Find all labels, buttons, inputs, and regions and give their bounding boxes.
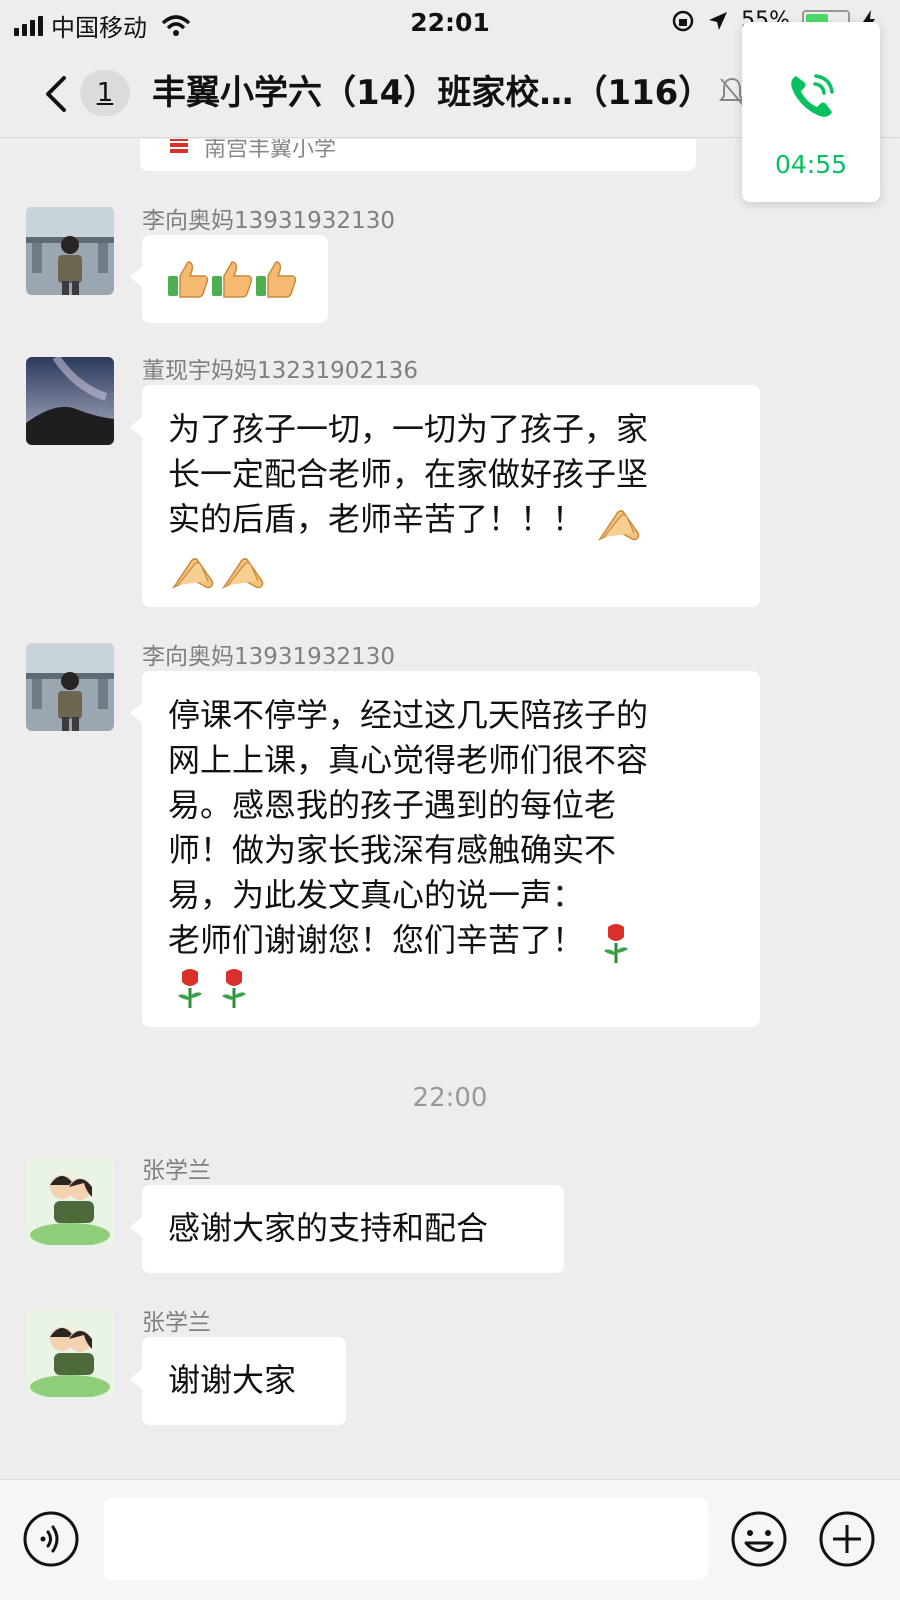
- message-line: 为了孩子一切，一切为了孩子，家: [168, 410, 649, 448]
- back-icon[interactable]: [40, 74, 70, 114]
- avatar-cartoon-couple[interactable]: [26, 1157, 114, 1245]
- message-line: 实的后盾，老师辛苦了！！！: [168, 497, 734, 545]
- rose-emoji: [604, 924, 629, 963]
- chat-title[interactable]: 丰翼小学六（14）班家校…（116）: [152, 70, 752, 116]
- voice-call-float[interactable]: 04:55: [742, 22, 880, 202]
- call-duration: 04:55: [774, 150, 848, 179]
- sender-name: 张学兰: [142, 1158, 211, 1184]
- message-line-text: 实的后盾，老师辛苦了！！！: [168, 500, 585, 538]
- thumbs-up-emoji: [212, 261, 253, 298]
- avatar-cartoon-couple[interactable]: [26, 1309, 114, 1397]
- clap-emoji: [598, 510, 640, 541]
- rotation-lock-icon: [672, 10, 694, 31]
- shared-article-card[interactable]: 南宫丰翼小学: [140, 139, 696, 171]
- more-actions-button[interactable]: [818, 1510, 876, 1568]
- sender-name: 李向奥妈13931932130: [142, 208, 395, 234]
- message-bubble[interactable]: 感谢大家的支持和配合: [130, 1185, 564, 1273]
- message-line: 网上上课，真心觉得老师们很不容: [168, 741, 649, 779]
- rose-emoji: [178, 969, 202, 1008]
- clap-emoji: [221, 558, 264, 589]
- emoji-line: [168, 545, 734, 593]
- message-line: 谢谢大家: [168, 1361, 297, 1399]
- location-icon: [709, 11, 728, 30]
- emoji-line: [168, 963, 734, 1008]
- sender-name: 董现宇妈妈13231902136: [142, 358, 418, 384]
- message-bubble[interactable]: 停课不停学，经过这几天陪孩子的 网上上课，真心觉得老师们很不容 易。感恩我的孩子…: [130, 671, 760, 1027]
- sender-name: 张学兰: [142, 1310, 211, 1336]
- emoji-picker-button[interactable]: [730, 1510, 788, 1568]
- clap-emoji: [171, 558, 214, 589]
- thumbs-up-emoji: [256, 261, 297, 298]
- time-divider: 22:00: [412, 1083, 488, 1113]
- emoji-line: [166, 255, 304, 300]
- thumbs-up-emoji: [168, 261, 209, 298]
- message-bubble[interactable]: 为了孩子一切，一切为了孩子，家 长一定配合老师，在家做好孩子坚 实的后盾，老师辛…: [130, 385, 760, 607]
- avatar-boy-photo[interactable]: [26, 643, 114, 731]
- unread-count-badge[interactable]: 1: [80, 70, 130, 116]
- message-input[interactable]: [104, 1498, 708, 1580]
- message-line: 长一定配合老师，在家做好孩子坚: [168, 455, 649, 493]
- message-line: 老师们谢谢您！您们辛苦了！: [168, 918, 734, 963]
- message-line: 易，为此发文真心的说一声：: [168, 876, 585, 914]
- article-source-icon: [170, 139, 188, 153]
- message-list[interactable]: 南宫丰翼小学 李向奥妈13931932130 董现宇妈妈13231902136 …: [0, 139, 900, 1479]
- voice-input-button[interactable]: [22, 1510, 80, 1568]
- input-bar: [0, 1479, 900, 1600]
- article-source-name: 南宫丰翼小学: [204, 139, 337, 162]
- message-bubble[interactable]: 谢谢大家: [130, 1337, 346, 1425]
- message-line: 易。感恩我的孩子遇到的每位老: [168, 786, 617, 824]
- message-line: 师！做为家长我深有感触确实不: [168, 831, 617, 869]
- message-bubble[interactable]: [130, 235, 328, 323]
- phone-call-icon: [791, 74, 834, 117]
- message-line-text: 老师们谢谢您！您们辛苦了！: [168, 921, 585, 959]
- message-line: 感谢大家的支持和配合: [168, 1209, 489, 1247]
- avatar-boy-photo[interactable]: [26, 207, 114, 295]
- rose-emoji: [222, 969, 246, 1008]
- sender-name: 李向奥妈13931932130: [142, 644, 395, 670]
- message-line: 停课不停学，经过这几天陪孩子的: [168, 696, 649, 734]
- avatar-night-sky[interactable]: [26, 357, 114, 445]
